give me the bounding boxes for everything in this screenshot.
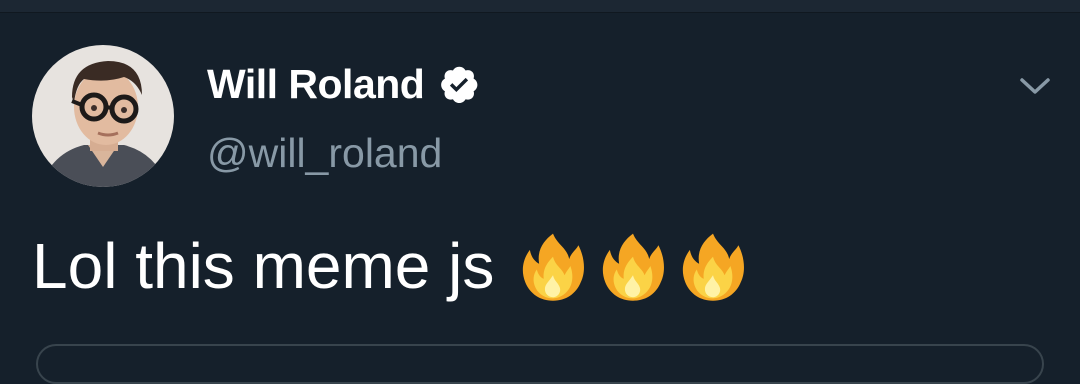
tweet[interactable]: Will Roland @will_roland Lol this meme j… (0, 13, 1080, 384)
fire-emoji-icon (596, 229, 670, 303)
tweet-text: Lol this meme js (32, 230, 495, 302)
fire-emoji-icon (516, 229, 590, 303)
author-name-row[interactable]: Will Roland (207, 59, 480, 109)
tweet-text-row: Lol this meme js (32, 226, 756, 306)
user-handle[interactable]: @will_roland (207, 129, 442, 177)
chevron-down-icon[interactable] (1016, 71, 1054, 101)
emoji-group (516, 229, 756, 303)
fire-emoji-icon (676, 229, 750, 303)
verified-badge-icon (438, 63, 480, 105)
display-name[interactable]: Will Roland (207, 59, 425, 109)
avatar[interactable] (32, 45, 174, 187)
embedded-media-card[interactable] (36, 344, 1044, 384)
top-strip (0, 0, 1080, 13)
